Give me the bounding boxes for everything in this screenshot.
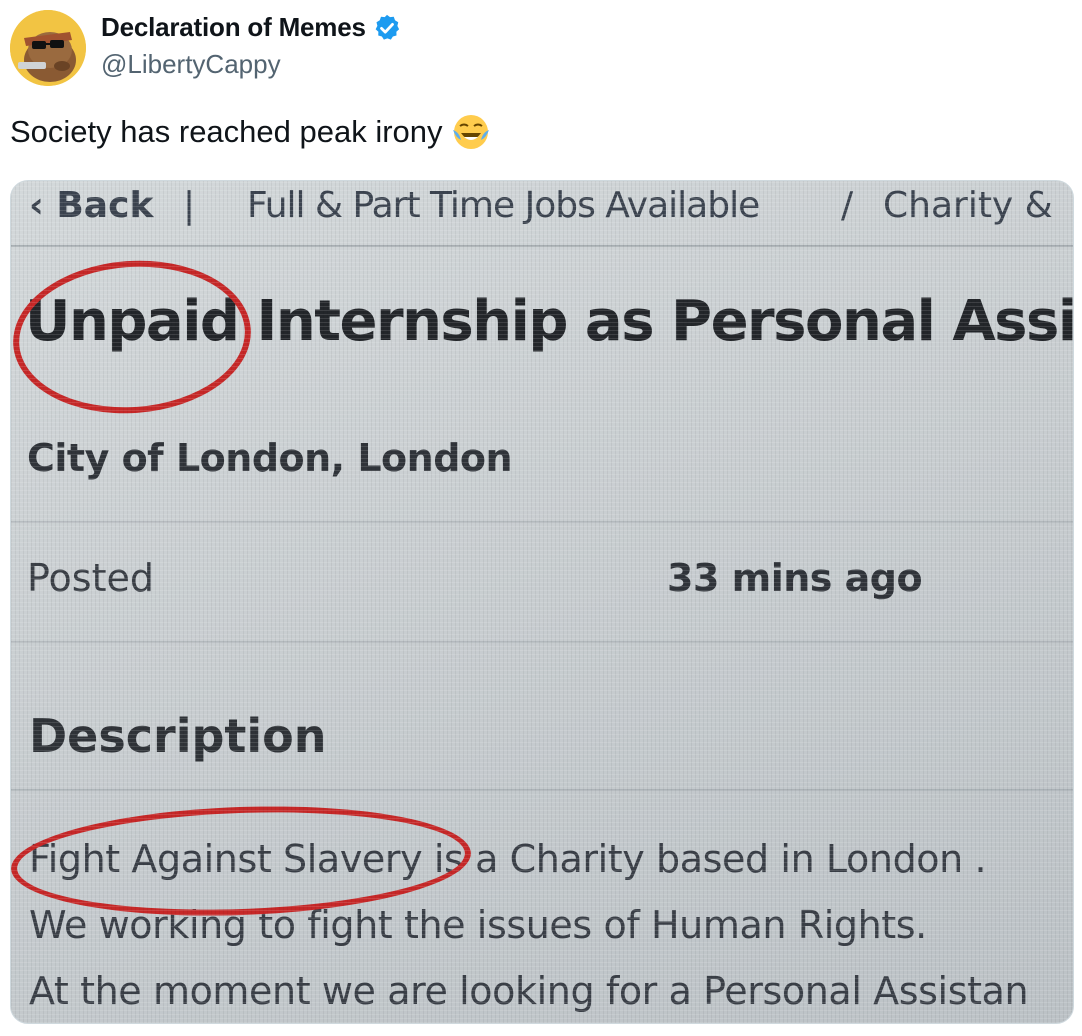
description-line: At the moment we are looking for a Perso… xyxy=(29,969,1029,1013)
posted-label: Posted xyxy=(27,556,155,600)
tweet-header: Declaration of Memes @LibertyCappy xyxy=(10,10,402,86)
photo-divider xyxy=(11,521,1073,523)
face-with-tears-of-joy-emoji-icon xyxy=(452,115,489,149)
tweet-photo[interactable]: ‹ Back | Full & Part Time Jobs Available… xyxy=(10,180,1074,1024)
avatar[interactable] xyxy=(10,10,86,86)
description-heading: Description xyxy=(29,709,327,763)
job-location: City of London, London xyxy=(27,436,513,480)
author-handle[interactable]: @LibertyCappy xyxy=(101,49,402,80)
breadcrumb-back: ‹ Back xyxy=(29,185,154,226)
red-circle-unpaid xyxy=(11,252,257,422)
breadcrumb-separator: | xyxy=(183,185,196,226)
breadcrumb-jobs: Full & Part Time Jobs Available xyxy=(247,185,760,226)
photo-divider xyxy=(11,789,1073,791)
breadcrumb-charity: Charity & xyxy=(883,185,1053,226)
posted-value: 33 mins ago xyxy=(667,556,923,600)
capybara-avatar-icon xyxy=(10,10,86,86)
photo-divider xyxy=(11,245,1073,247)
author-display-name[interactable]: Declaration of Memes xyxy=(101,12,366,43)
tweet-text-body: Society has reached peak irony xyxy=(10,114,443,149)
breadcrumb-slash: / xyxy=(841,185,854,226)
tweet-text: Society has reached peak irony xyxy=(10,112,491,152)
verified-badge-icon xyxy=(375,14,399,40)
photo-divider xyxy=(11,641,1073,643)
